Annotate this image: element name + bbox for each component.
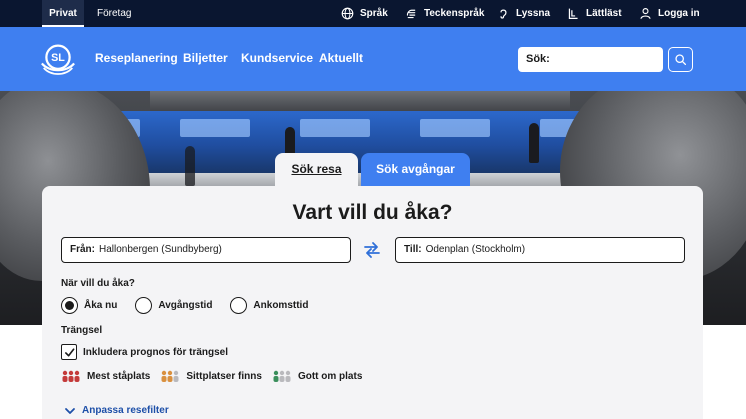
crowding-checkbox[interactable] bbox=[61, 344, 77, 360]
radio-avgangstid[interactable]: Avgångstid bbox=[135, 297, 212, 314]
train-window bbox=[300, 119, 370, 137]
check-icon bbox=[64, 347, 74, 357]
tab-sok-resa[interactable]: Sök resa bbox=[275, 153, 358, 186]
chevron-down-icon bbox=[65, 407, 75, 414]
tab-sok-resa-label: Sök resa bbox=[291, 162, 342, 176]
nav-aktuellt[interactable]: Aktuellt bbox=[319, 51, 363, 65]
from-value: Hallonbergen (Sundbyberg) bbox=[99, 244, 222, 255]
radio-ankomsttid[interactable]: Ankomsttid bbox=[230, 297, 308, 314]
login-label: Logga in bbox=[658, 8, 700, 19]
legend-gott-om-plats: Gott om plats bbox=[272, 370, 362, 382]
nav-kundservice[interactable]: Kundservice bbox=[241, 51, 313, 65]
sign-language-label: Teckenspråk bbox=[424, 8, 485, 19]
crowd-mid-icon bbox=[161, 370, 179, 382]
crowding-option[interactable]: Inkludera prognos för trängsel bbox=[61, 344, 228, 360]
nav-reseplanering[interactable]: Reseplanering bbox=[95, 51, 178, 65]
top-utility-bar: Privat Företag Språk Teckenspråk Lyssna … bbox=[0, 0, 746, 27]
language-link[interactable]: Språk bbox=[341, 0, 388, 27]
adjust-filter-label: Anpassa resefilter bbox=[82, 405, 169, 416]
swap-icon[interactable] bbox=[362, 241, 382, 259]
hand-sign-icon bbox=[406, 9, 416, 19]
to-field[interactable]: Till: Odenplan (Stockholm) bbox=[395, 237, 685, 263]
main-navigation: SL Reseplanering Biljetter Kundservice A… bbox=[0, 27, 746, 91]
segment-foretag[interactable]: Företag bbox=[97, 0, 131, 27]
radio-button-selected[interactable] bbox=[61, 297, 78, 314]
search-icon bbox=[675, 54, 687, 66]
legend-mest-staplats: Mest ståplats bbox=[61, 370, 150, 382]
adjust-filter-link[interactable]: Anpassa resefilter bbox=[64, 405, 169, 416]
listen-link[interactable]: Lyssna bbox=[497, 0, 550, 27]
crowding-label: Trängsel bbox=[61, 325, 103, 336]
legend-gott-om-plats-label: Gott om plats bbox=[297, 370, 363, 382]
nav-biljetter[interactable]: Biljetter bbox=[183, 51, 228, 65]
language-label: Språk bbox=[360, 8, 388, 19]
to-label: Till: bbox=[404, 244, 422, 255]
ear-icon bbox=[500, 9, 507, 19]
trip-planner-card: Vart vill du åka? Från: Hallonbergen (Sun… bbox=[42, 186, 703, 419]
segment-privat[interactable]: Privat bbox=[42, 0, 84, 27]
from-field[interactable]: Från: Hallonbergen (Sundbyberg) bbox=[61, 237, 351, 263]
station-ceiling bbox=[150, 91, 570, 113]
train-window bbox=[420, 119, 490, 137]
form-title: Vart vill du åka? bbox=[292, 201, 453, 224]
search-label: Sök: bbox=[526, 53, 550, 65]
from-label: Från: bbox=[70, 244, 95, 255]
logo-text: SL bbox=[51, 52, 65, 64]
sl-logo[interactable]: SL bbox=[40, 42, 76, 76]
radio-button[interactable] bbox=[135, 297, 153, 314]
radio-button[interactable] bbox=[230, 297, 248, 314]
easy-read-icon bbox=[568, 8, 578, 19]
easy-read-link[interactable]: Lättläst bbox=[567, 0, 622, 27]
to-value: Odenplan (Stockholm) bbox=[425, 244, 526, 255]
easy-read-label: Lättläst bbox=[586, 8, 622, 19]
listen-label: Lyssna bbox=[516, 8, 551, 19]
radio-ankomsttid-label: Ankomsttid bbox=[253, 300, 309, 311]
passenger bbox=[185, 146, 195, 186]
time-options: Åka nu Avgångstid Ankomsttid bbox=[61, 297, 326, 314]
sign-language-link[interactable]: Teckenspråk bbox=[405, 0, 484, 27]
when-label: När vill du åka? bbox=[61, 278, 135, 289]
crowd-low-icon bbox=[273, 370, 291, 382]
crowding-legend: Mest ståplats Sittplatser finns Gott om … bbox=[61, 370, 372, 382]
user-icon bbox=[640, 8, 651, 19]
tab-sok-avgangar[interactable]: Sök avgångar bbox=[361, 153, 470, 186]
legend-sittplatser-finns: Sittplatser finns bbox=[160, 370, 262, 382]
search-input[interactable]: Sök: bbox=[518, 47, 663, 72]
search-button[interactable] bbox=[668, 47, 693, 72]
radio-aka-nu-label: Åka nu bbox=[84, 300, 118, 311]
radio-aka-nu[interactable]: Åka nu bbox=[61, 297, 117, 314]
crowding-checkbox-label: Inkludera prognos för trängsel bbox=[83, 346, 229, 358]
legend-mest-staplats-label: Mest ståplats bbox=[87, 370, 151, 382]
train-window bbox=[180, 119, 250, 137]
globe-icon bbox=[341, 7, 354, 20]
radio-avgangstid-label: Avgångstid bbox=[158, 300, 213, 311]
login-link[interactable]: Logga in bbox=[639, 0, 700, 27]
crowd-high-icon bbox=[62, 370, 80, 382]
legend-sittplatser-finns-label: Sittplatser finns bbox=[186, 370, 262, 382]
passenger bbox=[529, 123, 539, 163]
